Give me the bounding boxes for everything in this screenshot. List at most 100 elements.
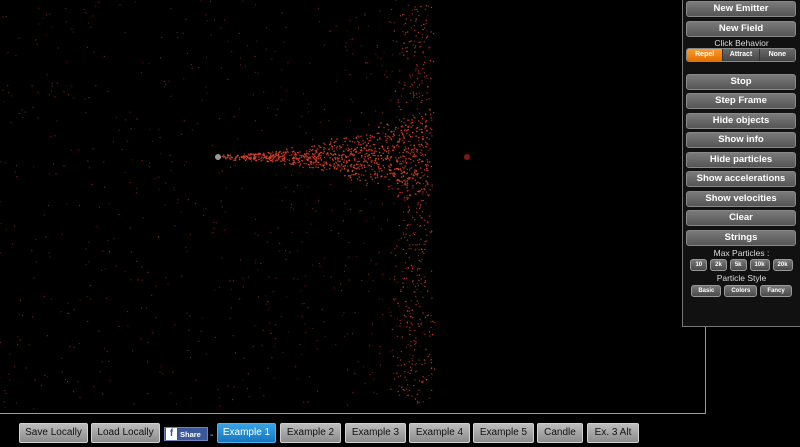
example-2-button[interactable]: Example 2 [280,423,341,443]
particle [190,397,192,399]
particle-style-colors[interactable]: Colors [724,285,758,297]
hide-particles-button[interactable]: Hide particles [686,152,796,168]
show-accelerations-button[interactable]: Show accelerations [686,171,796,187]
particle [415,20,417,22]
particle [247,160,249,162]
max-particles-10[interactable]: 10 [690,259,708,271]
particle [423,169,426,171]
particle [407,31,409,33]
particle [421,363,423,366]
particle [355,172,358,175]
particle [317,8,320,10]
clear-button[interactable]: Clear [686,210,796,226]
particle [385,158,388,161]
particle [34,40,36,42]
strings-button[interactable]: Strings [686,230,796,246]
particle [131,350,133,352]
particle [183,164,186,166]
particle [387,135,390,137]
example-3-button[interactable]: Example 3 [345,423,406,443]
particle [412,91,415,93]
particle [398,119,401,121]
particle [404,262,407,264]
particle [44,374,46,376]
particle [71,85,73,87]
click-behavior-repel[interactable]: Repel [687,49,724,61]
particle [362,174,365,176]
particle [56,120,58,122]
particle [220,67,222,69]
particle [147,165,149,167]
particle [429,353,431,356]
particle [355,255,358,257]
particle [374,159,377,161]
new-field-button[interactable]: New Field [686,21,796,37]
particle [424,362,426,364]
max-particles-10k[interactable]: 10k [749,259,770,271]
particle [305,152,308,155]
particle-style-basic[interactable]: Basic [691,285,722,297]
load-locally-button[interactable]: Load Locally [91,423,160,443]
particle [406,239,409,241]
particle [399,359,402,361]
simulation-canvas[interactable] [0,0,706,414]
particle [384,149,386,152]
particle [254,71,256,73]
max-particles-20k[interactable]: 20k [772,259,793,271]
particle [269,322,271,324]
particle [359,211,361,213]
example-5-button[interactable]: Example 5 [473,423,534,443]
candle-button[interactable]: Candle [537,423,583,443]
click-behavior-attract[interactable]: Attract [723,49,760,61]
particle [422,138,424,140]
particle [419,268,421,270]
new-emitter-button[interactable]: New Emitter [686,1,796,17]
particle [37,117,39,119]
particle [344,69,346,71]
max-particles-5k[interactable]: 5k [729,259,747,271]
particle [311,166,313,169]
stop-button[interactable]: Stop [686,74,796,90]
particle [419,145,421,148]
particle [318,144,320,147]
example-3-alt-button[interactable]: Ex. 3 Alt [587,423,639,443]
particle [241,155,244,158]
max-particles-2k[interactable]: 2k [710,259,727,271]
particle [371,149,373,152]
particle [409,167,411,169]
particle [406,180,409,182]
particle [319,265,321,267]
show-velocities-button[interactable]: Show velocities [686,191,796,207]
particle [345,264,347,266]
particle [234,159,237,161]
particle [274,50,276,53]
particle [365,199,367,201]
particle [422,135,424,138]
save-locally-button[interactable]: Save Locally [19,423,88,443]
particle [133,403,135,405]
particle [180,133,182,135]
particle [311,145,313,148]
particle [41,384,43,387]
show-info-button[interactable]: Show info [686,132,796,148]
particle [307,163,310,166]
hide-objects-button[interactable]: Hide objects [686,113,796,129]
example-4-button[interactable]: Example 4 [409,423,470,443]
particle [406,195,408,197]
step-frame-button[interactable]: Step Frame [686,93,796,109]
particle [142,62,144,64]
example-1-button[interactable]: Example 1 [217,423,276,443]
particle [403,219,405,222]
particle [375,157,377,160]
particle [346,160,348,162]
particle [51,26,54,28]
particle [377,166,380,168]
facebook-share-button[interactable]: f Share [164,427,208,441]
particle [414,51,416,53]
particle [317,166,320,169]
particle [389,351,391,353]
particle [357,152,360,155]
click-behavior-none[interactable]: None [759,49,795,61]
particle [209,0,211,2]
particle-style-fancy[interactable]: Fancy [760,285,792,297]
